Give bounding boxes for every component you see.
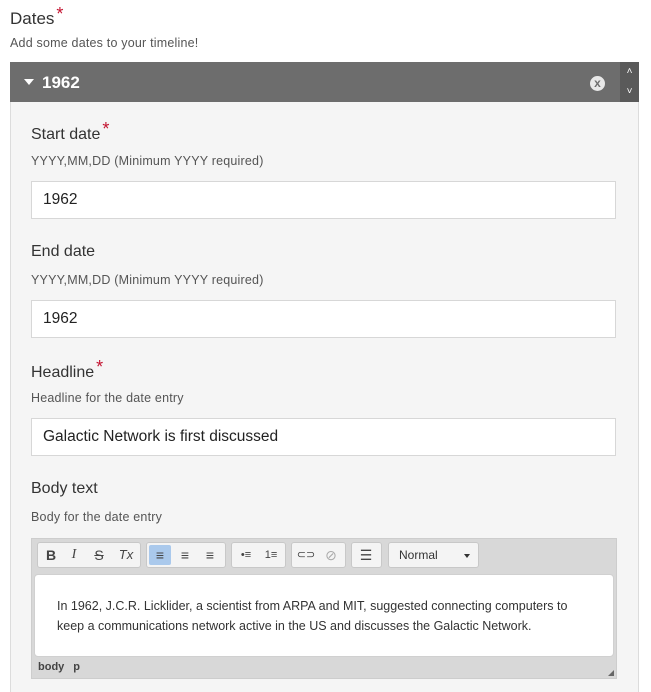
- reorder-controls: ˄ ˅: [620, 62, 639, 102]
- path-p[interactable]: p: [73, 661, 80, 673]
- bulleted-list-button[interactable]: •≡: [235, 545, 257, 565]
- dates-title-text: Dates: [10, 9, 55, 28]
- start-date-hint: YYYY,MM,DD (Minimum YYYY required): [31, 154, 264, 168]
- horizontal-line-button[interactable]: ☰: [355, 545, 377, 565]
- resize-handle-icon[interactable]: [608, 670, 614, 676]
- end-date-hint: YYYY,MM,DD (Minimum YYYY required): [31, 273, 264, 287]
- body-text-label: Body text: [31, 480, 98, 497]
- unlink-button[interactable]: ⊘: [320, 545, 342, 565]
- start-date-label: Start date *: [31, 119, 109, 144]
- strikethrough-button[interactable]: S: [88, 545, 110, 565]
- insert-group: ☰: [351, 542, 382, 568]
- start-date-input[interactable]: 1962: [31, 181, 616, 219]
- required-marker: *: [102, 119, 110, 139]
- italic-button[interactable]: I: [63, 545, 85, 565]
- headline-hint: Headline for the date entry: [31, 391, 184, 405]
- end-date-label: End date: [31, 243, 96, 260]
- collapse-caret-icon[interactable]: [24, 79, 34, 85]
- date-panel-title: 1962: [42, 73, 80, 92]
- start-date-label-text: Start date: [31, 126, 101, 143]
- element-path: body p: [38, 661, 89, 673]
- align-right-button[interactable]: ≡: [199, 545, 221, 565]
- move-up-icon[interactable]: ˄: [620, 62, 639, 82]
- rich-text-editor: B I S Tx ≡ ≡ ≡ •≡ 1≡ ⊂⊃ ⊘ ☰ Normal In 19…: [31, 538, 617, 679]
- bold-button[interactable]: B: [40, 545, 62, 565]
- numbered-list-button[interactable]: 1≡: [260, 545, 282, 565]
- headline-input[interactable]: Galactic Network is first discussed: [31, 418, 616, 456]
- lists-group: •≡ 1≡: [231, 542, 286, 568]
- dates-section-title: Dates *: [10, 4, 63, 29]
- format-select[interactable]: Normal: [388, 542, 479, 568]
- links-group: ⊂⊃ ⊘: [291, 542, 346, 568]
- dates-description: Add some dates to your timeline!: [10, 36, 199, 50]
- format-select-value: Normal: [399, 548, 438, 562]
- remove-date-icon[interactable]: x: [590, 76, 605, 91]
- link-button[interactable]: ⊂⊃: [295, 545, 317, 565]
- select-caret-icon: [464, 554, 470, 558]
- align-center-button[interactable]: ≡: [174, 545, 196, 565]
- basic-styles-group: B I S Tx: [37, 542, 141, 568]
- move-down-icon[interactable]: ˅: [620, 82, 639, 102]
- required-marker: *: [56, 4, 64, 24]
- alignment-group: ≡ ≡ ≡: [146, 542, 226, 568]
- required-marker: *: [96, 357, 104, 377]
- align-left-button[interactable]: ≡: [149, 545, 171, 565]
- headline-label-text: Headline: [31, 364, 95, 381]
- path-body[interactable]: body: [38, 661, 64, 673]
- editor-content-area[interactable]: In 1962, J.C.R. Licklider, a scientist f…: [34, 574, 614, 657]
- body-text-hint: Body for the date entry: [31, 510, 163, 524]
- remove-format-button[interactable]: Tx: [115, 545, 137, 565]
- end-date-input[interactable]: 1962: [31, 300, 616, 338]
- headline-label: Headline *: [31, 357, 103, 382]
- date-panel-header[interactable]: 1962 x: [10, 62, 620, 102]
